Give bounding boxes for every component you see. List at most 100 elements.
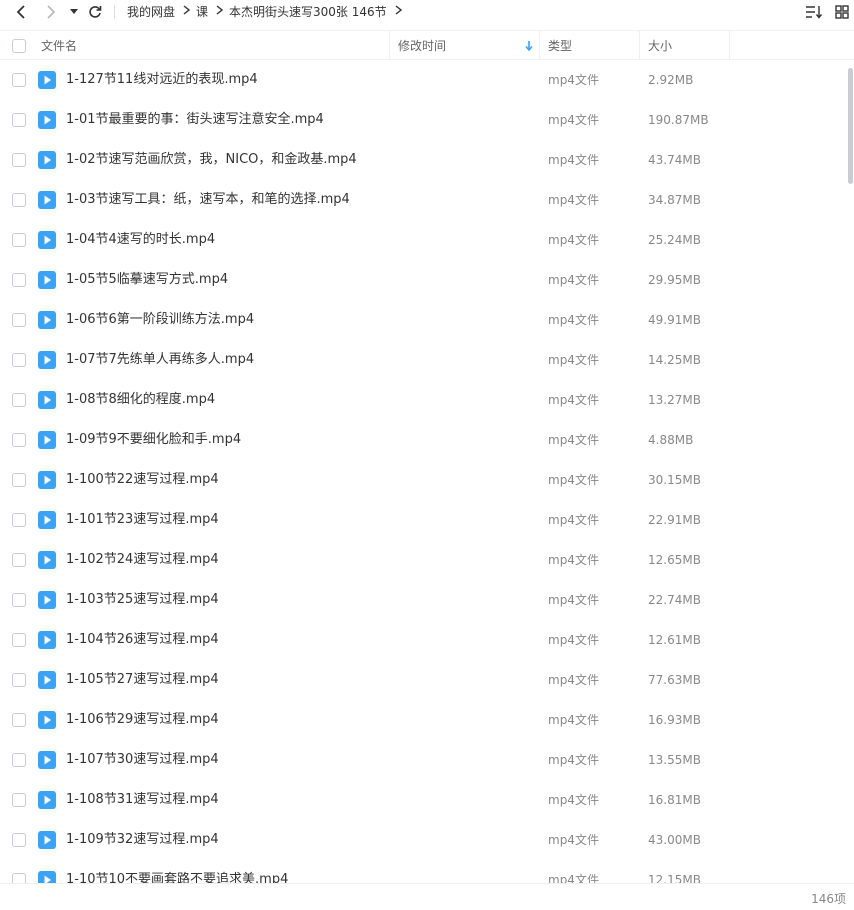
file-name[interactable]: 1-05节5临摹速写方式.mp4 <box>66 260 228 300</box>
row-checkbox[interactable] <box>12 673 26 687</box>
file-name[interactable]: 1-127节11线对远近的表现.mp4 <box>66 60 258 100</box>
column-divider <box>639 31 640 60</box>
file-name[interactable]: 1-108节31速写过程.mp4 <box>66 780 219 820</box>
file-row[interactable]: 1-105节27速写过程.mp4 mp4文件 77.63MB <box>0 660 846 700</box>
row-checkbox[interactable] <box>12 433 26 447</box>
file-row[interactable]: 1-06节6第一阶段训练方法.mp4 mp4文件 49.91MB <box>0 300 846 340</box>
file-name[interactable]: 1-103节25速写过程.mp4 <box>66 580 219 620</box>
file-name[interactable]: 1-104节26速写过程.mp4 <box>66 620 219 660</box>
row-checkbox[interactable] <box>12 713 26 727</box>
file-row[interactable]: 1-01节最重要的事：街头速写注意安全.mp4 mp4文件 190.87MB <box>0 100 846 140</box>
row-checkbox[interactable] <box>12 193 26 207</box>
file-name[interactable]: 1-06节6第一阶段训练方法.mp4 <box>66 300 254 340</box>
file-name[interactable]: 1-101节23速写过程.mp4 <box>66 500 219 540</box>
file-row[interactable]: 1-104节26速写过程.mp4 mp4文件 12.61MB <box>0 620 846 660</box>
file-row[interactable]: 1-03节速写工具：纸，速写本，和笔的选择.mp4 mp4文件 34.87MB <box>0 180 846 220</box>
file-row[interactable]: 1-101节23速写过程.mp4 mp4文件 22.91MB <box>0 500 846 540</box>
file-row[interactable]: 1-09节9不要细化脸和手.mp4 mp4文件 4.88MB <box>0 420 846 460</box>
file-row[interactable]: 1-100节22速写过程.mp4 mp4文件 30.15MB <box>0 460 846 500</box>
file-name[interactable]: 1-02节速写范画欣赏，我，NICO，和金政基.mp4 <box>66 140 357 180</box>
row-checkbox[interactable] <box>12 273 26 287</box>
file-row[interactable]: 1-102节24速写过程.mp4 mp4文件 12.65MB <box>0 540 846 580</box>
breadcrumb-separator-icon <box>216 4 224 18</box>
file-row[interactable]: 1-109节32速写过程.mp4 mp4文件 43.00MB <box>0 820 846 860</box>
column-header-name[interactable]: 文件名 <box>41 31 77 60</box>
file-name[interactable]: 1-04节4速写的时长.mp4 <box>66 220 215 260</box>
breadcrumb-separator-icon <box>183 4 191 18</box>
row-checkbox[interactable] <box>12 73 26 87</box>
breadcrumb-item-root[interactable]: 我的网盘 <box>127 3 175 20</box>
file-name[interactable]: 1-08节8细化的程度.mp4 <box>66 380 215 420</box>
row-checkbox[interactable] <box>12 873 26 883</box>
row-checkbox[interactable] <box>12 393 26 407</box>
file-type: mp4文件 <box>548 873 599 883</box>
file-name[interactable]: 1-01节最重要的事：街头速写注意安全.mp4 <box>66 100 324 140</box>
row-checkbox[interactable] <box>12 553 26 567</box>
file-name[interactable]: 1-100节22速写过程.mp4 <box>66 460 219 500</box>
column-header-type[interactable]: 类型 <box>548 31 572 60</box>
column-header: 文件名 修改时间 类型 大小 <box>0 30 854 60</box>
row-checkbox[interactable] <box>12 513 26 527</box>
file-size: 12.15MB <box>648 873 701 883</box>
video-file-icon <box>38 751 56 773</box>
file-row[interactable]: 1-127节11线对远近的表现.mp4 mp4文件 2.92MB <box>0 60 846 100</box>
scrollbar-thumb[interactable] <box>848 68 853 184</box>
column-header-modified[interactable]: 修改时间 <box>398 31 446 60</box>
file-name[interactable]: 1-07节7先练单人再练多人.mp4 <box>66 340 254 380</box>
file-name[interactable]: 1-107节30速写过程.mp4 <box>66 740 219 780</box>
column-header-size[interactable]: 大小 <box>648 31 672 60</box>
vertical-scrollbar[interactable] <box>846 60 854 883</box>
file-row[interactable]: 1-08节8细化的程度.mp4 mp4文件 13.27MB <box>0 380 846 420</box>
file-row[interactable]: 1-10节10不要画套路不要追求美.mp4 mp4文件 12.15MB <box>0 860 846 883</box>
row-checkbox[interactable] <box>12 593 26 607</box>
breadcrumb-item-course[interactable]: 课 <box>196 3 208 20</box>
file-row[interactable]: 1-05节5临摹速写方式.mp4 mp4文件 29.95MB <box>0 260 846 300</box>
file-name[interactable]: 1-10节10不要画套路不要追求美.mp4 <box>66 860 288 883</box>
file-name[interactable]: 1-03节速写工具：纸，速写本，和笔的选择.mp4 <box>66 180 350 220</box>
row-checkbox[interactable] <box>12 833 26 847</box>
file-size: 25.24MB <box>648 233 701 247</box>
breadcrumb-item-current[interactable]: 本杰明街头速写300张 146节 <box>229 3 387 20</box>
grid-view-button[interactable] <box>832 2 852 22</box>
row-checkbox[interactable] <box>12 153 26 167</box>
file-row[interactable]: 1-02节速写范画欣赏，我，NICO，和金政基.mp4 mp4文件 43.74MB <box>0 140 846 180</box>
file-row[interactable]: 1-04节4速写的时长.mp4 mp4文件 25.24MB <box>0 220 846 260</box>
video-file-icon <box>38 551 56 573</box>
breadcrumb-expand-icon[interactable] <box>395 4 402 18</box>
row-checkbox[interactable] <box>12 753 26 767</box>
back-button[interactable] <box>12 0 30 24</box>
video-file-icon <box>38 351 56 373</box>
row-checkbox[interactable] <box>12 233 26 247</box>
video-file-icon <box>38 831 56 853</box>
forward-button[interactable] <box>42 0 60 24</box>
file-name[interactable]: 1-105节27速写过程.mp4 <box>66 660 219 700</box>
video-file-icon <box>38 271 56 293</box>
file-row[interactable]: 1-107节30速写过程.mp4 mp4文件 13.55MB <box>0 740 846 780</box>
file-size: 43.00MB <box>648 833 701 847</box>
file-row[interactable]: 1-106节29速写过程.mp4 mp4文件 16.93MB <box>0 700 846 740</box>
row-checkbox[interactable] <box>12 313 26 327</box>
video-file-icon <box>38 311 56 333</box>
select-all-checkbox[interactable] <box>12 31 26 60</box>
file-name[interactable]: 1-09节9不要细化脸和手.mp4 <box>66 420 241 460</box>
file-name[interactable]: 1-109节32速写过程.mp4 <box>66 820 219 860</box>
file-row[interactable]: 1-07节7先练单人再练多人.mp4 mp4文件 14.25MB <box>0 340 846 380</box>
row-checkbox[interactable] <box>12 633 26 647</box>
caret-down-icon <box>70 9 78 14</box>
row-checkbox[interactable] <box>12 793 26 807</box>
file-size: 77.63MB <box>648 673 701 687</box>
file-type: mp4文件 <box>548 113 599 127</box>
history-dropdown-button[interactable] <box>68 0 80 24</box>
sort-list-icon <box>806 6 823 19</box>
file-row[interactable]: 1-108节31速写过程.mp4 mp4文件 16.81MB <box>0 780 846 820</box>
video-file-icon <box>38 711 56 733</box>
file-name[interactable]: 1-102节24速写过程.mp4 <box>66 540 219 580</box>
grid-view-icon <box>835 5 849 19</box>
row-checkbox[interactable] <box>12 113 26 127</box>
file-name[interactable]: 1-106节29速写过程.mp4 <box>66 700 219 740</box>
row-checkbox[interactable] <box>12 473 26 487</box>
row-checkbox[interactable] <box>12 353 26 367</box>
refresh-button[interactable] <box>86 0 104 24</box>
sort-button[interactable] <box>804 2 824 22</box>
file-row[interactable]: 1-103节25速写过程.mp4 mp4文件 22.74MB <box>0 580 846 620</box>
